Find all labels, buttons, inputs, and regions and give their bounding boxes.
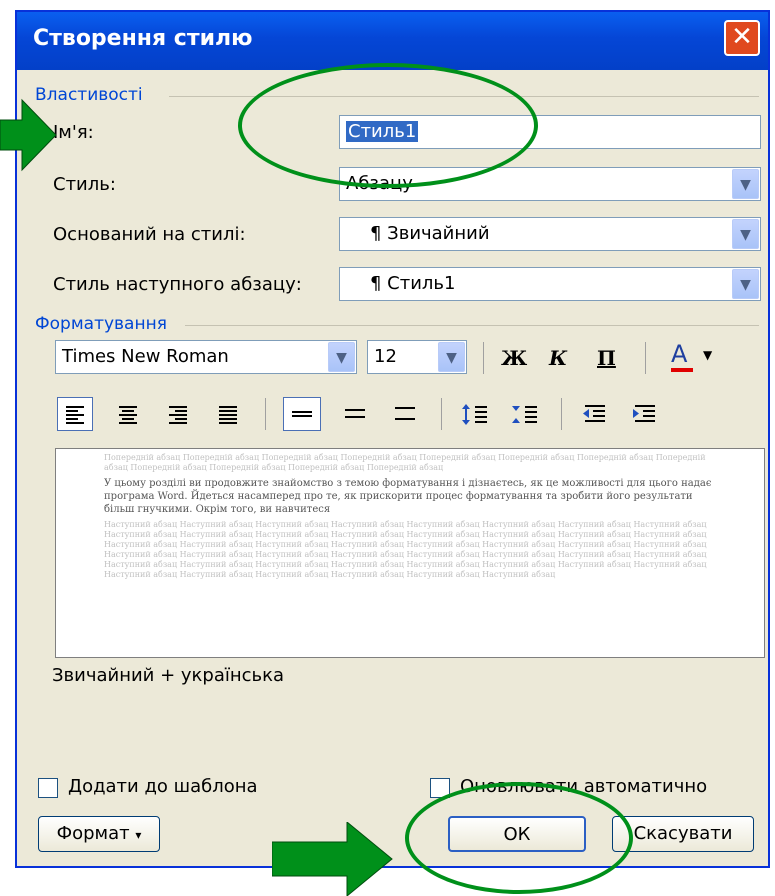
preview-previous-paragraph: Попередній абзац Попередній абзац Попере… [104,453,706,472]
formatting-divider [185,325,759,326]
bold-button[interactable]: Ж [501,346,527,370]
next-style-value: ¶ Стиль1 [370,273,456,294]
highlight-ellipse-name [238,63,538,188]
based-on-select[interactable]: ¶ Звичайний ▼ [339,217,761,251]
dropdown-arrow-icon: ▾ [135,828,142,842]
one-half-spacing-icon[interactable] [337,398,373,430]
add-to-template-label[interactable]: Додати до шаблона [68,776,258,797]
format-button[interactable]: Формат ▾ [38,816,160,852]
preview-sample-text: У цьому розділі ви продовжите знайомство… [104,478,712,515]
font-name-value: Times New Roman [62,346,229,367]
based-on-label: Оснований на стилі: [53,224,246,245]
format-label: Формат [56,823,130,844]
increase-indent-icon[interactable] [627,398,663,430]
highlight-ellipse-ok [405,782,633,894]
font-size-value: 12 [374,346,397,367]
preview-next-paragraph: Наступний абзац Наступний абзац Наступни… [104,520,707,579]
style-preview: Попередній абзац Попередній абзац Попере… [55,448,765,658]
close-button[interactable]: ✕ [724,20,760,56]
next-style-select[interactable]: ¶ Стиль1 ▼ [339,267,761,301]
font-color-icon: A [671,340,688,368]
font-name-select[interactable]: Times New Roman ▼ [55,340,357,374]
space-after-icon[interactable] [507,398,543,430]
decrease-indent-icon[interactable] [577,398,613,430]
style-type-label: Стиль: [53,174,116,195]
space-before-icon[interactable] [457,398,493,430]
chevron-down-icon[interactable]: ▼ [732,219,759,249]
based-on-value: ¶ Звичайний [370,223,490,244]
chevron-down-icon[interactable]: ▼ [732,269,759,299]
window-title: Створення стилю [33,26,253,51]
cancel-button[interactable]: Скасувати [612,816,754,852]
next-style-label: Стиль наступного абзацу: [53,274,302,295]
italic-button[interactable]: К [549,346,567,370]
single-spacing-icon [292,411,312,417]
style-description: Звичайний + українська [52,665,285,686]
chevron-down-icon[interactable]: ▼ [438,342,465,372]
chevron-down-icon[interactable]: ▼ [328,342,355,372]
close-icon: ✕ [731,22,753,52]
add-to-template-checkbox[interactable] [38,778,58,798]
align-left-button[interactable] [57,397,93,431]
font-size-select[interactable]: 12 ▼ [367,340,467,374]
underline-button[interactable]: П [597,346,616,370]
cancel-label: Скасувати [633,823,733,844]
align-right-icon[interactable] [161,398,195,430]
align-justify-icon[interactable] [211,398,245,430]
align-center-icon[interactable] [111,398,145,430]
green-arrow-icon [0,98,57,172]
double-spacing-icon[interactable] [387,398,423,430]
green-arrow-icon [272,822,393,896]
chevron-down-icon[interactable]: ▼ [732,169,759,199]
font-color-button[interactable]: A ▼ [671,340,727,374]
align-left-icon [66,406,84,424]
single-spacing-button[interactable] [283,397,321,431]
dropdown-arrow-icon: ▼ [703,348,713,362]
formatting-section-title: Форматування [35,314,167,334]
font-color-swatch [671,368,693,372]
title-bar[interactable]: Створення стилю ✕ [17,12,768,70]
